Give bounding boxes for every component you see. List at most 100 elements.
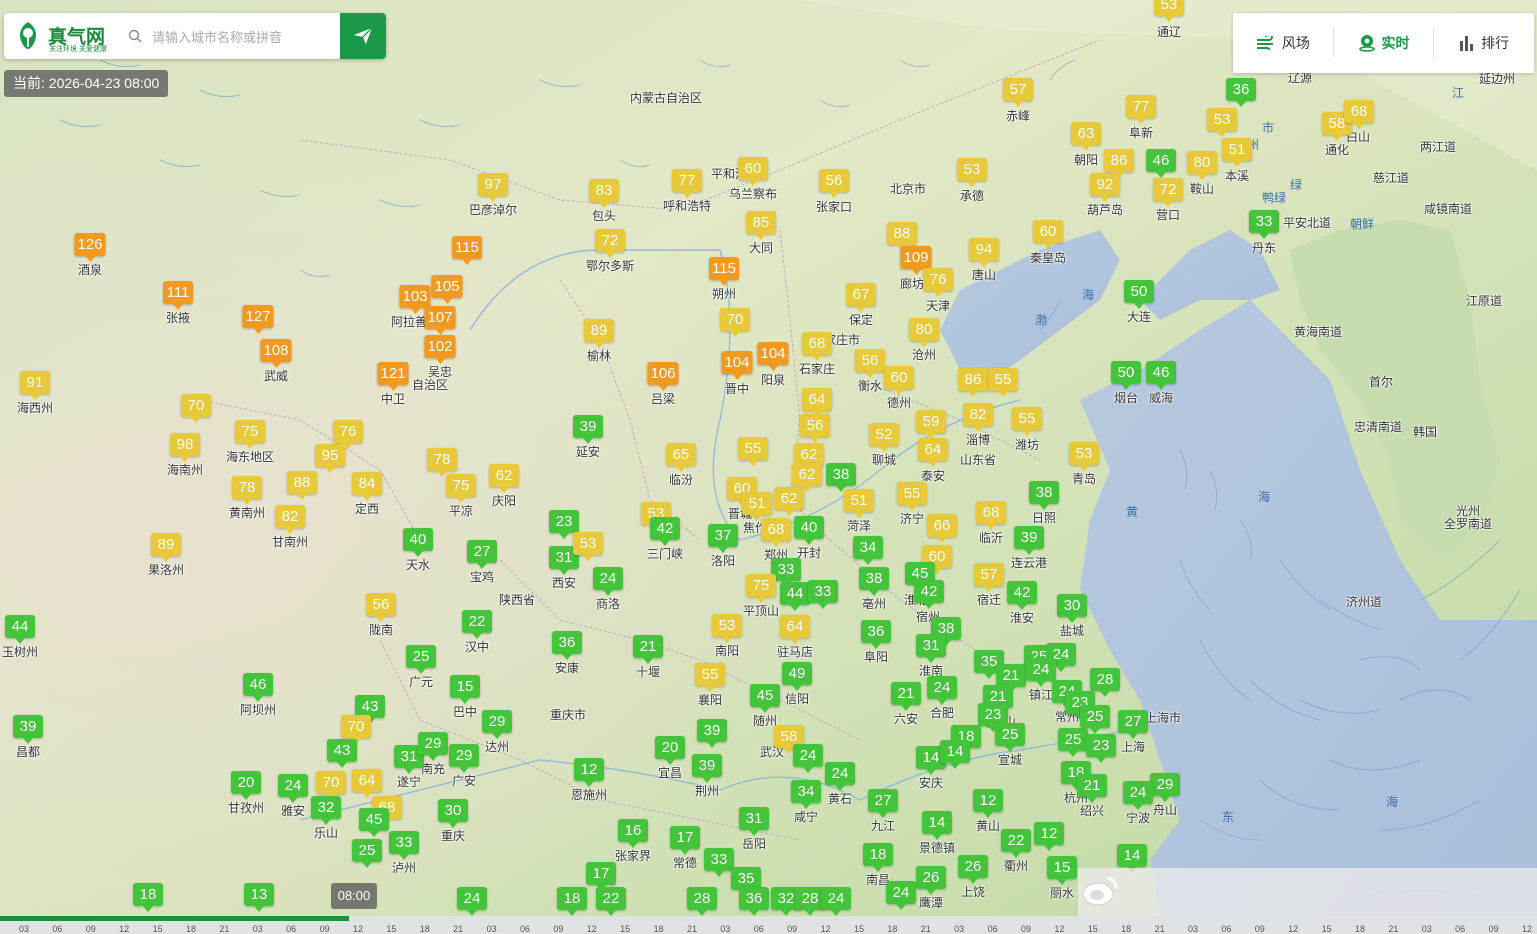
aqi-marker[interactable]: 17 [670,826,700,855]
aqi-marker[interactable]: 51 [1222,138,1252,167]
aqi-marker[interactable]: 78 [232,476,262,505]
aqi-marker[interactable]: 22 [1001,829,1031,858]
aqi-marker[interactable]: 34 [853,536,883,565]
aqi-marker[interactable]: 21 [891,682,921,711]
aqi-marker[interactable]: 15 [450,675,480,704]
aqi-marker[interactable]: 13 [244,883,274,912]
aqi-marker[interactable]: 18 [557,887,587,916]
aqi-marker[interactable]: 82 [963,403,993,432]
aqi-marker[interactable]: 109 [900,246,932,275]
aqi-marker[interactable]: 64 [802,388,832,417]
site-logo[interactable]: 真气网 关注环境 关爱健康 [12,19,122,53]
aqi-marker[interactable]: 67 [846,283,876,312]
aqi-marker[interactable]: 12 [1034,822,1064,851]
aqi-marker[interactable]: 46 [1146,149,1176,178]
aqi-marker[interactable]: 22 [462,610,492,639]
aqi-marker[interactable]: 24 [593,567,623,596]
aqi-marker[interactable]: 31 [916,634,946,663]
aqi-marker[interactable]: 75 [235,420,265,449]
aqi-marker[interactable]: 38 [859,567,889,596]
aqi-marker[interactable]: 62 [489,464,519,493]
aqi-marker[interactable]: 28 [687,887,717,916]
aqi-marker[interactable]: 27 [1118,710,1148,739]
aqi-marker[interactable]: 39 [573,415,603,444]
aqi-marker[interactable]: 29 [482,710,512,739]
aqi-marker[interactable]: 49 [782,662,812,691]
aqi-marker[interactable]: 39 [13,715,43,744]
aqi-marker[interactable]: 84 [352,472,382,501]
aqi-marker[interactable]: 23 [549,510,579,539]
aqi-marker[interactable]: 46 [1146,361,1176,390]
aqi-marker[interactable]: 78 [427,448,457,477]
aqi-marker[interactable]: 64 [780,615,810,644]
aqi-marker[interactable]: 53 [1154,0,1184,22]
aqi-marker[interactable]: 18 [863,843,893,872]
aqi-marker[interactable]: 75 [746,574,776,603]
aqi-marker[interactable]: 50 [1124,280,1154,309]
aqi-marker[interactable]: 76 [923,268,953,297]
aqi-marker[interactable]: 24 [1026,658,1056,687]
aqi-marker[interactable]: 40 [794,516,824,545]
aqi-marker[interactable]: 60 [1033,220,1063,249]
aqi-marker[interactable]: 77 [672,169,702,198]
aqi-marker[interactable]: 76 [333,420,363,449]
aqi-marker[interactable]: 14 [1117,844,1147,873]
aqi-marker[interactable]: 18 [133,883,163,912]
aqi-marker[interactable]: 57 [1003,78,1033,107]
aqi-marker[interactable]: 55 [738,437,768,466]
aqi-marker[interactable]: 26 [958,855,988,884]
aqi-marker[interactable]: 115 [709,257,739,286]
aqi-marker[interactable]: 45 [359,808,389,837]
aqi-marker[interactable]: 94 [969,238,999,267]
aqi-marker[interactable]: 70 [316,771,346,800]
aqi-marker[interactable]: 57 [974,563,1004,592]
aqi-marker[interactable]: 46 [243,673,273,702]
aqi-marker[interactable]: 82 [275,505,305,534]
aqi-marker[interactable]: 56 [366,593,396,622]
aqi-marker[interactable]: 86 [958,368,988,397]
aqi-marker[interactable]: 42 [1007,581,1037,610]
aqi-marker[interactable]: 22 [596,887,626,916]
aqi-marker[interactable]: 104 [721,351,753,380]
aqi-marker[interactable]: 95 [315,444,345,473]
time-slider-handle-label[interactable]: 08:00 [331,883,377,909]
aqi-marker[interactable]: 56 [800,414,830,443]
aqi-marker[interactable]: 55 [1012,407,1042,436]
aqi-marker[interactable]: 66 [927,514,957,543]
aqi-marker[interactable]: 32 [311,796,341,825]
aqi-marker[interactable]: 33 [808,580,838,609]
aqi-marker[interactable]: 25 [1080,705,1110,734]
aqi-marker[interactable]: 92 [1090,173,1120,202]
aqi-marker[interactable]: 72 [1153,178,1183,207]
aqi-marker[interactable]: 108 [260,339,292,368]
aqi-marker[interactable]: 64 [918,438,948,467]
aqi-marker[interactable]: 107 [424,306,456,335]
aqi-marker[interactable]: 20 [655,736,685,765]
aqi-marker[interactable]: 43 [327,739,357,768]
aqi-marker[interactable]: 37 [708,524,738,553]
aqi-marker[interactable]: 12 [973,789,1003,818]
aqi-marker[interactable]: 62 [792,463,822,492]
aqi-marker[interactable]: 42 [650,517,680,546]
aqi-marker[interactable]: 28 [1090,668,1120,697]
aqi-marker[interactable]: 24 [886,881,916,910]
aqi-marker[interactable]: 60 [884,366,914,395]
aqi-marker[interactable]: 44 [5,615,35,644]
aqi-marker[interactable]: 53 [1069,442,1099,471]
aqi-marker[interactable]: 88 [287,471,317,500]
aqi-marker[interactable]: 12 [574,758,604,787]
aqi-marker[interactable]: 31 [739,807,769,836]
aqi-marker[interactable]: 83 [589,179,619,208]
aqi-marker[interactable]: 51 [742,492,772,521]
aqi-marker[interactable]: 68 [1344,100,1374,129]
aqi-marker[interactable]: 20 [231,771,261,800]
aqi-marker[interactable]: 111 [163,281,193,310]
aqi-marker[interactable]: 24 [825,762,855,791]
time-slider[interactable]: 03 06 09 12 15 18 21 03 06 09 12 15 18 21 03 06 09 12 15 18… [0,916,1537,934]
aqi-marker[interactable]: 60 [738,157,768,186]
aqi-marker[interactable]: 55 [897,482,927,511]
aqi-marker[interactable]: 14 [940,740,970,769]
aqi-marker[interactable]: 29 [449,744,479,773]
aqi-marker[interactable]: 56 [855,349,885,378]
aqi-marker[interactable]: 25 [995,723,1025,752]
